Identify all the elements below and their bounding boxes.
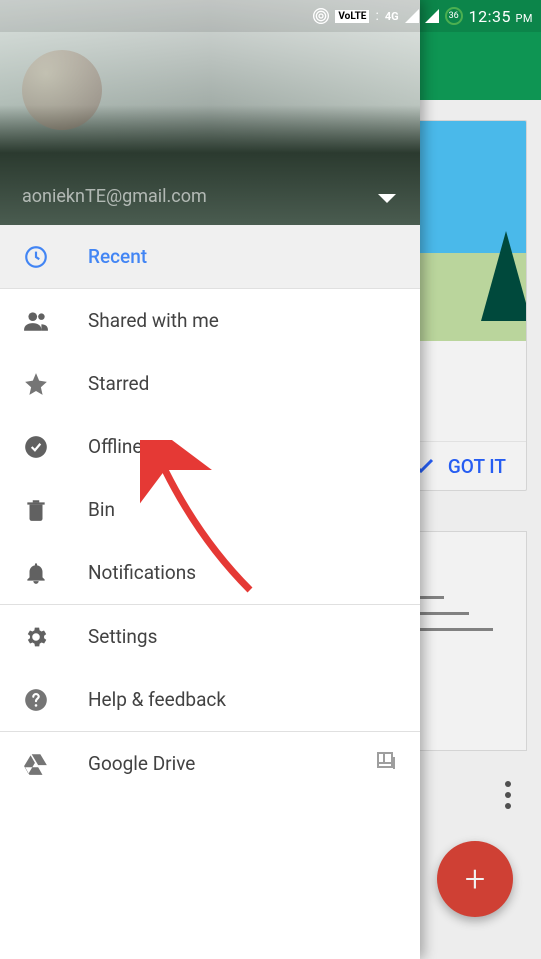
help-icon <box>22 687 50 713</box>
drawer-item-label: Recent <box>88 245 147 268</box>
drawer-header[interactable]: aonieknTE@gmail.com <box>0 0 420 225</box>
drawer-item-recent[interactable]: Recent <box>0 225 420 288</box>
drawer-item-label: Shared with me <box>88 309 219 332</box>
drawer-item-label: Offline <box>88 435 142 458</box>
bell-icon <box>22 560 50 586</box>
avatar[interactable] <box>22 50 102 130</box>
drawer-item-notifications[interactable]: Notifications <box>0 541 420 604</box>
gear-icon <box>22 624 50 650</box>
drawer-item-label: Google Drive <box>88 752 195 775</box>
drawer-item-label: Starred <box>88 372 149 395</box>
status-bar: VoLTE : 4G R 36 12:35 PM <box>0 0 541 32</box>
drawer-item-label: Notifications <box>88 561 196 584</box>
drawer-item-drive[interactable]: Google Drive <box>0 732 420 795</box>
drawer-item-settings[interactable]: Settings <box>0 605 420 668</box>
trash-icon <box>22 497 50 523</box>
open-external-icon <box>374 749 398 778</box>
signal-icon <box>405 9 419 23</box>
drawer-item-label: Settings <box>88 625 157 648</box>
drawer-list: Recent Shared with me Starred Offline <box>0 225 420 959</box>
drive-icon <box>22 751 50 777</box>
people-icon <box>22 308 50 334</box>
navigation-drawer: aonieknTE@gmail.com Recent Shared with m… <box>0 0 420 959</box>
star-icon <box>22 371 50 397</box>
drawer-item-bin[interactable]: Bin <box>0 478 420 541</box>
drawer-item-starred[interactable]: Starred <box>0 352 420 415</box>
drawer-item-offline[interactable]: Offline <box>0 415 420 478</box>
network-type: 4G <box>385 10 399 23</box>
drawer-item-help[interactable]: Help & feedback <box>0 668 420 731</box>
account-email: aonieknTE@gmail.com <box>22 186 207 207</box>
hotspot-icon <box>313 8 329 24</box>
signal-icon-2: R <box>425 9 439 23</box>
colon: : <box>375 8 378 24</box>
drawer-item-label: Help & feedback <box>88 688 226 711</box>
drawer-item-shared[interactable]: Shared with me <box>0 289 420 352</box>
check-circle-icon <box>22 434 50 460</box>
volte-indicator: VoLTE <box>335 10 369 23</box>
drawer-item-label: Bin <box>88 498 115 521</box>
battery-indicator: 36 <box>445 7 463 25</box>
clock-icon <box>22 244 50 270</box>
account-dropdown-icon[interactable] <box>378 194 396 203</box>
clock-time: 12:35 PM <box>469 7 533 26</box>
